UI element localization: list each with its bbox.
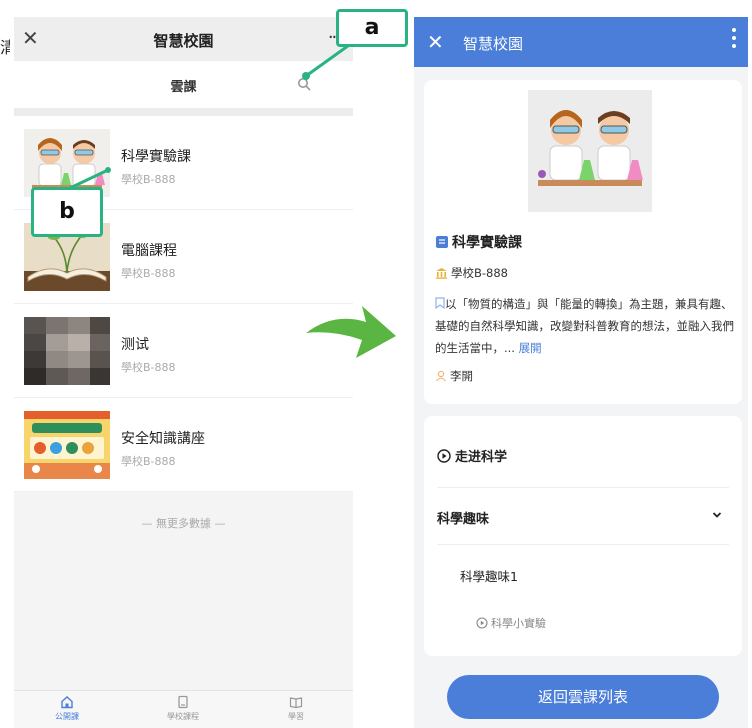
home-icon	[61, 696, 73, 709]
course-title: 科學實驗課	[435, 232, 522, 252]
expand-link[interactable]: 展開	[519, 341, 542, 355]
annotation-callout-b: b	[31, 187, 103, 237]
course-title: 科學實驗課	[121, 149, 191, 165]
right-phone-screen: ✕ 智慧校園 科學實驗課 學校B-888 以「物質的構造」與「能量的轉換」為主題…	[414, 17, 748, 728]
lesson-title: 科學小實驗	[491, 617, 546, 630]
bottom-tab-bar: 公開課 學校課程 學習	[14, 690, 353, 728]
course-title: 電腦課程	[121, 243, 177, 259]
teacher-name: 李開	[450, 369, 473, 383]
course-list: 科學實驗課 學校B-888 電腦課程 學校B-888 测试 學校B-888 安全…	[14, 116, 353, 492]
lesson-item[interactable]: 科學小實驗	[476, 615, 546, 631]
bookmark-icon	[435, 297, 445, 310]
book-icon	[436, 236, 448, 248]
tab-label: 公開課	[55, 712, 79, 721]
chapter-group[interactable]: 科學趣味	[437, 508, 489, 527]
chevron-down-icon[interactable]	[712, 511, 722, 519]
course-description-text: 以「物質的構造」與「能量的轉換」為主題，兼具有趣、基礎的自然科學知識，改變對科普…	[435, 297, 734, 355]
chapter-card: 走进科学 科學趣味 科學趣味1 科學小實驗	[424, 416, 742, 656]
user-icon	[436, 370, 446, 382]
tab-public-courses[interactable]: 公開課	[32, 695, 102, 722]
play-circle-icon	[476, 617, 488, 629]
tab-label: 學習	[288, 712, 304, 721]
tab-school-courses[interactable]: 學校課程	[148, 695, 218, 722]
back-to-course-list-button[interactable]: 返回雲課列表	[447, 675, 719, 719]
school-building-icon	[436, 268, 447, 279]
course-cover-image	[528, 90, 652, 212]
tablet-icon	[178, 695, 188, 709]
book-icon	[289, 697, 303, 709]
left-title-bar: ✕ 智慧校園 ···	[14, 17, 353, 61]
section-header: 雲課	[14, 61, 353, 108]
course-school: 學校B-888	[121, 455, 176, 468]
edge-glyph: 清	[0, 38, 10, 57]
course-title-text: 科學實驗課	[452, 235, 522, 251]
right-title-bar: ✕ 智慧校園	[414, 17, 748, 67]
no-more-data-label: — 無更多數據 —	[141, 517, 226, 530]
more-vertical-icon[interactable]	[732, 28, 738, 52]
close-button[interactable]: ✕	[427, 30, 444, 54]
chapter-sub-item[interactable]: 科學趣味1	[460, 566, 518, 585]
tab-learning[interactable]: 學習	[261, 695, 331, 722]
course-school: 學校B-888	[121, 267, 176, 280]
course-item[interactable]: 安全知識講座 學校B-888	[14, 398, 353, 492]
course-school: 學校B-888	[121, 361, 176, 374]
play-circle-icon	[437, 448, 451, 463]
course-description: 以「物質的構造」與「能量的轉換」為主題，兼具有趣、基礎的自然科學知識，改變對科普…	[435, 293, 739, 359]
course-item[interactable]: 测试 學校B-888	[14, 304, 353, 398]
course-thumbnail	[24, 411, 110, 479]
chapter-title: 走进科学	[455, 450, 508, 465]
tab-label: 學校課程	[167, 712, 199, 721]
course-school-text: 學校B-888	[451, 266, 508, 280]
app-title: 智慧校園	[463, 35, 524, 53]
course-thumbnail	[24, 317, 110, 385]
course-school-row: 學校B-888	[435, 265, 508, 281]
course-title: 安全知識講座	[121, 431, 205, 447]
course-title: 测试	[121, 337, 149, 353]
chapter-item[interactable]: 走进科学	[437, 446, 507, 465]
teacher-row: 李開	[435, 368, 473, 384]
app-title: 智慧校園	[153, 32, 214, 50]
chapter-group-title: 科學趣味	[437, 512, 490, 527]
course-info-card: 科學實驗課 學校B-888 以「物質的構造」與「能量的轉換」為主題，兼具有趣、基…	[424, 80, 742, 404]
left-phone-screen: ✕ 智慧校園 ··· 雲課 科學實驗課 學校B-888 電腦課程 學校B-888…	[14, 17, 353, 728]
annotation-callout-a: a	[336, 9, 408, 47]
search-icon[interactable]	[297, 77, 311, 91]
course-school: 學校B-888	[121, 173, 176, 186]
